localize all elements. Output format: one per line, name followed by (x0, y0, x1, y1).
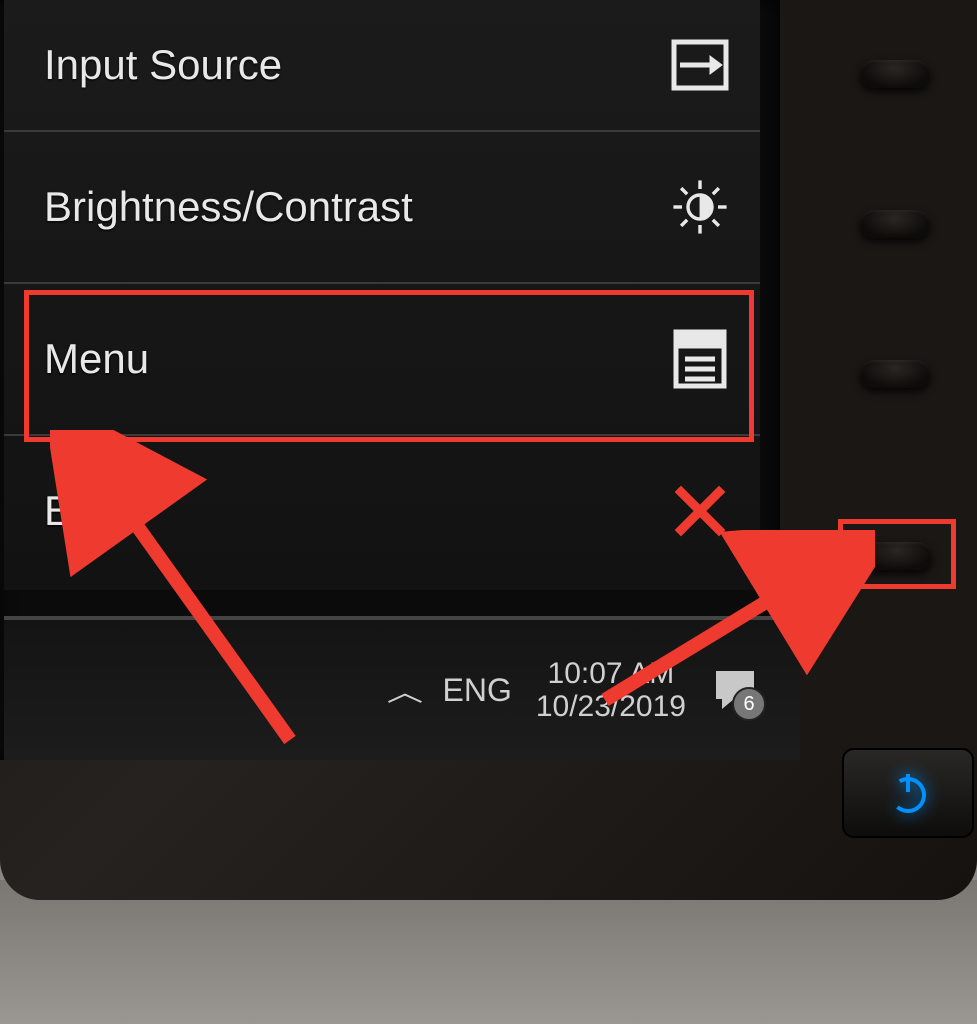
osd-item-label: Exit (44, 487, 114, 535)
physical-button-1[interactable] (860, 60, 930, 88)
brightness-icon (670, 177, 730, 237)
input-source-icon (670, 35, 730, 95)
desk-surface (0, 880, 977, 1024)
action-center-icon[interactable]: 6 (710, 665, 760, 715)
osd-item-label: Brightness/Contrast (44, 183, 413, 231)
power-button[interactable] (842, 748, 974, 838)
taskbar-date: 10/23/2019 (536, 690, 686, 723)
physical-button-2[interactable] (860, 210, 930, 238)
osd-item-label: Input Source (44, 41, 282, 89)
taskbar-time: 10:07 AM (548, 657, 675, 690)
power-icon (885, 770, 931, 816)
annotation-highlight-menu (24, 290, 754, 442)
osd-item-input-source[interactable]: Input Source (4, 0, 760, 132)
notification-badge: 6 (732, 687, 766, 721)
windows-taskbar: ︿ ENG 10:07 AM 10/23/2019 6 (4, 616, 800, 760)
taskbar-clock[interactable]: 10:07 AM 10/23/2019 (536, 657, 686, 723)
osd-item-brightness-contrast[interactable]: Brightness/Contrast (4, 132, 760, 284)
osd-item-exit[interactable]: Exit (4, 436, 760, 586)
tray-overflow-icon[interactable]: ︿ (387, 672, 423, 709)
language-indicator[interactable]: ENG (443, 672, 512, 709)
close-icon (670, 481, 730, 541)
physical-button-3[interactable] (860, 360, 930, 388)
annotation-highlight-button (838, 519, 956, 589)
monitor-photo: Input Source Brightness/Contrast (0, 0, 977, 1024)
